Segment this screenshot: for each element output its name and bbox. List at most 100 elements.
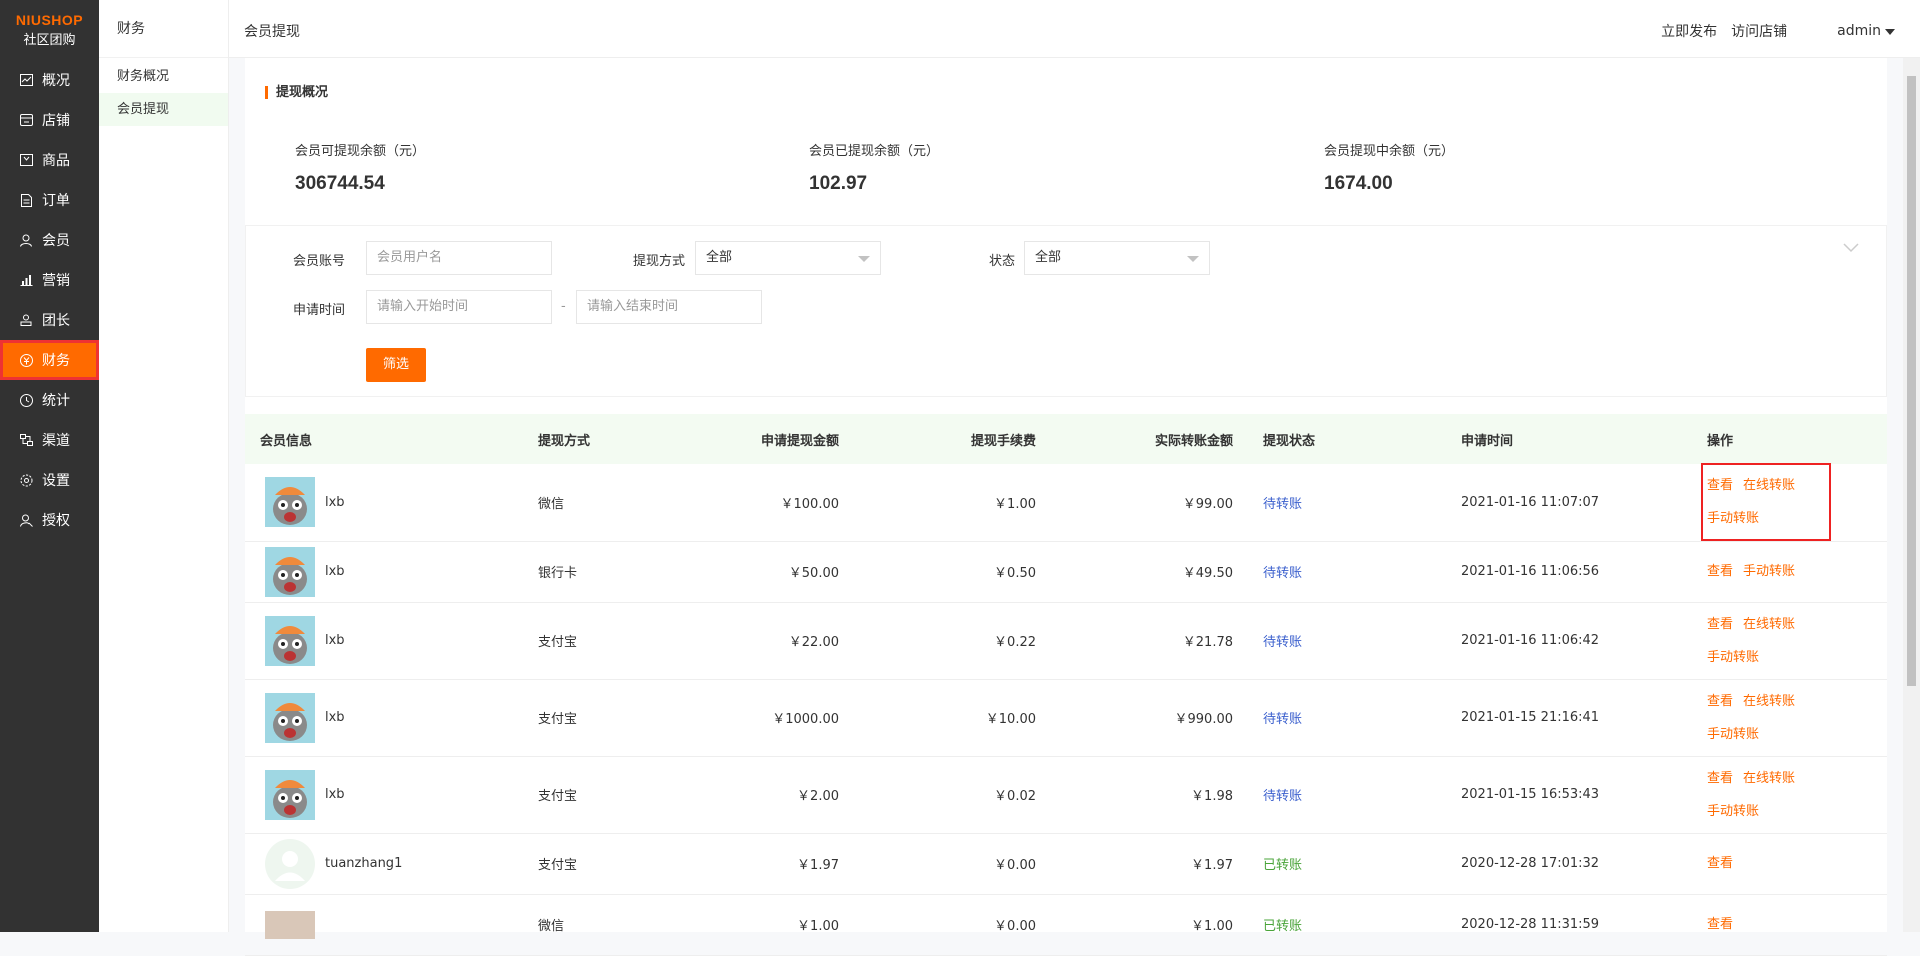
sidebar-item-leader[interactable]: 团长 [0,300,99,340]
manual-transfer-link[interactable]: 手动转账 [1707,727,1759,742]
sidebar-item-member[interactable]: 会员 [0,220,99,260]
view-link[interactable]: 查看 [1707,856,1733,871]
manual-transfer-link[interactable]: 手动转账 [1707,804,1759,819]
online-transfer-link[interactable]: 在线转账 [1743,771,1795,786]
member-name[interactable]: lxb [325,787,345,802]
breadcrumb: 会员提现 [244,24,300,40]
view-link[interactable]: 查看 [1707,694,1733,709]
sidebar-item-channel[interactable]: 渠道 [0,420,99,460]
sub-sidebar-title: 财务 [99,0,228,58]
account-label: 会员账号 [292,254,345,269]
status-cell: 已转账 [1263,858,1303,873]
online-transfer-link[interactable]: 在线转账 [1743,478,1795,493]
action-group: 查看 在线转账手动转账 [1707,608,1887,674]
status-cell: 待转账 [1263,566,1303,581]
stat-value: 102.97 [809,173,868,194]
member-cell: lxb [245,541,523,602]
amount-cell: ￥1000.00 [772,712,839,727]
key-user-icon [18,512,34,528]
sidebar-item-goods[interactable]: 商品 [0,140,99,180]
sidebar-item-settings[interactable]: 设置 [0,460,99,500]
visit-store-link[interactable]: 访问店铺 [1731,21,1787,41]
amount-cell: ￥1.00 [797,919,839,934]
sub-sidebar: 财务 财务概况 会员提现 [99,0,229,932]
order-icon [18,192,34,208]
subnav-finance-overview[interactable]: 财务概况 [99,60,228,93]
online-transfer-link[interactable]: 在线转账 [1743,694,1795,709]
actual-cell: ￥1.98 [1191,789,1233,804]
gear-icon [18,472,34,488]
start-time-input[interactable]: 请输入开始时间 [366,290,552,324]
manual-transfer-link[interactable]: 手动转账 [1707,511,1759,526]
subnav-member-withdraw[interactable]: 会员提现 [99,93,228,126]
actual-cell: ￥99.00 [1182,496,1233,512]
table-row: lxb 支付宝 ￥1000.00 ￥10.00 ￥990.00 待转账 2021-01-15… [245,679,1887,756]
member-cell: lxb [245,464,523,541]
sidebar-item-finance[interactable]: 财务 [0,340,99,380]
member-name[interactable]: lxb [325,633,345,648]
sidebar-item-marketing[interactable]: 营销 [0,260,99,300]
user-menu[interactable]: admin [1837,21,1895,41]
sidebar-item-label: 店铺 [42,113,70,129]
sidebar-item-store[interactable]: 店铺 [0,100,99,140]
sidebar-item-stats[interactable]: 统计 [0,380,99,420]
main-sidebar: NIUSHOP 社区团购 概况 店铺 商品 订单 会员 营销 团长 财务 统计 … [0,0,99,932]
top-actions: 立即发布 访问店铺 admin [1661,21,1895,41]
method-select[interactable]: 全部 [695,241,881,275]
member-name[interactable]: tuanzhang1 [325,856,402,871]
actions-cell: 查看 手动转账 [1692,541,1887,602]
publish-link[interactable]: 立即发布 [1661,21,1717,41]
filter-button[interactable]: 筛选 [366,348,426,382]
actions-cell: 查看 在线转账手动转账 [1692,679,1887,756]
method-cell: 微信 [538,496,565,512]
avatar [265,692,315,743]
collapse-chevron-icon[interactable] [1843,241,1859,257]
sidebar-item-overview[interactable]: 概况 [0,60,99,100]
time-cell: 2021-01-15 21:16:41 [1461,710,1600,725]
fee-cell: ￥10.00 [985,712,1036,727]
table-row: 微信 ￥1.00 ￥0.00 ￥1.00 已转账 2020-12-28 11:31:59 查… [245,894,1887,955]
view-link[interactable]: 查看 [1707,617,1733,632]
view-link[interactable]: 查看 [1707,478,1733,493]
channel-icon [18,432,34,448]
view-link[interactable]: 查看 [1707,564,1733,579]
actual-cell: ￥990.00 [1174,712,1234,727]
method-cell: 银行卡 [538,566,578,581]
avatar [265,838,315,889]
member-name[interactable]: lxb [325,564,345,579]
scrollbar-thumb[interactable] [1907,76,1916,686]
fee-cell: ￥0.00 [994,858,1036,873]
fee-cell: ￥0.22 [994,635,1036,650]
vertical-scrollbar[interactable] [1903,58,1920,932]
manual-transfer-link[interactable]: 手动转账 [1707,650,1759,665]
stat-available: 会员可提现余额（元） 306744.54 [295,140,425,195]
member-cell: tuanzhang1 [245,833,523,894]
table-row: tuanzhang1 支付宝 ￥1.97 ￥0.00 ￥1.97 已转账 2020-12-2… [245,833,1887,894]
stat-value: 1674.00 [1324,173,1393,194]
fee-cell: ￥0.02 [994,789,1036,804]
view-link[interactable]: 查看 [1707,917,1733,932]
action-group: 查看 [1707,908,1887,941]
member-name[interactable]: lxb [325,495,345,510]
clock-icon [18,392,34,408]
amount-cell: ￥2.00 [797,789,839,804]
status-select[interactable]: 全部 [1024,241,1210,275]
manual-transfer-link[interactable]: 手动转账 [1743,564,1795,579]
sidebar-item-label: 团长 [42,313,70,329]
status-cell: 待转账 [1263,712,1303,727]
sidebar-item-label: 概况 [42,73,70,89]
view-link[interactable]: 查看 [1707,771,1733,786]
account-input[interactable]: 会员用户名 [366,241,552,275]
sidebar-item-order[interactable]: 订单 [0,180,99,220]
sidebar-item-authorize[interactable]: 授权 [0,500,99,540]
store-icon [18,112,34,128]
time-cell: 2021-01-16 11:06:56 [1461,564,1600,579]
member-name[interactable]: lxb [325,710,345,725]
online-transfer-link[interactable]: 在线转账 [1743,617,1795,632]
actual-cell: ￥21.78 [1182,635,1233,650]
end-time-input[interactable]: 请输入结束时间 [576,290,762,324]
avatar [265,477,315,528]
logo[interactable]: NIUSHOP 社区团购 [0,0,99,52]
table-row: lxb 微信 ￥100.00 ￥1.00 ￥99.00 待转账 2021-01-16 11:… [245,463,1887,542]
username: admin [1837,23,1881,39]
